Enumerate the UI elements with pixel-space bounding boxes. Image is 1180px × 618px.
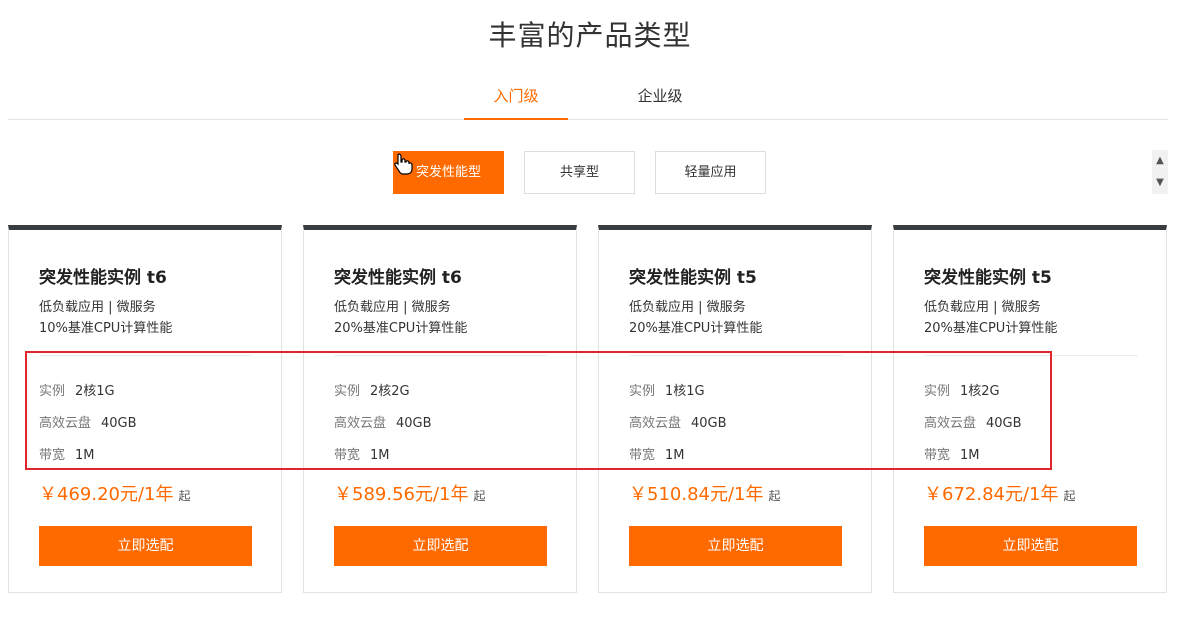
page-title: 丰富的产品类型 bbox=[488, 19, 692, 52]
spec-disk: 高效云盘 40GB bbox=[924, 412, 1022, 431]
spec-key: 高效云盘 bbox=[629, 416, 682, 431]
spec-key: 实例 bbox=[39, 384, 66, 399]
card-use-case: 低负载应用 | 微服务 bbox=[39, 300, 156, 315]
card-cpu-baseline: 20%基准CPU计算性能 bbox=[334, 321, 468, 336]
instance-type-filters: 突发性能型 共享型 轻量应用 bbox=[0, 151, 1180, 194]
level-tabs: 入门级 企业级 bbox=[8, 78, 1168, 120]
spec-disk: 高效云盘 40GB bbox=[629, 412, 727, 431]
spec-value: 1核1G bbox=[665, 384, 705, 399]
spec-bandwidth: 带宽 1M bbox=[39, 444, 95, 463]
spec-key: 实例 bbox=[629, 384, 656, 399]
filter-shared-button[interactable]: 共享型 bbox=[524, 151, 635, 194]
spec-value: 1M bbox=[665, 448, 685, 463]
spec-bandwidth: 带宽 1M bbox=[629, 444, 685, 463]
product-card: 突发性能实例 t6 低负载应用 | 微服务 20%基准CPU计算性能 实例 2核2… bbox=[303, 225, 577, 593]
card-use-case: 低负载应用 | 微服务 bbox=[629, 300, 746, 315]
card-use-case: 低负载应用 | 微服务 bbox=[924, 300, 1041, 315]
tab-enterprise-level[interactable]: 企业级 bbox=[608, 78, 712, 120]
spec-value: 2核2G bbox=[370, 384, 410, 399]
spec-value: 2核1G bbox=[75, 384, 115, 399]
spec-instance: 实例 1核1G bbox=[629, 380, 705, 399]
spec-key: 实例 bbox=[924, 384, 951, 399]
spec-instance: 实例 2核1G bbox=[39, 380, 115, 399]
divider bbox=[924, 355, 1138, 356]
price-amount: ￥469.20元/1年 bbox=[39, 484, 174, 505]
spec-bandwidth: 带宽 1M bbox=[924, 444, 980, 463]
price-amount: ￥589.56元/1年 bbox=[334, 484, 469, 505]
scroll-up-icon[interactable]: ▲ bbox=[1152, 150, 1168, 172]
configure-button[interactable]: 立即选配 bbox=[39, 526, 252, 566]
spec-key: 带宽 bbox=[334, 448, 361, 463]
spec-value: 1核2G bbox=[960, 384, 1000, 399]
spec-value: 40GB bbox=[396, 416, 432, 431]
card-title: 突发性能实例 t6 bbox=[39, 268, 167, 288]
card-cpu-baseline: 20%基准CPU计算性能 bbox=[629, 321, 763, 336]
price-amount: ￥672.84元/1年 bbox=[924, 484, 1059, 505]
spec-value: 1M bbox=[370, 448, 390, 463]
price-amount: ￥510.84元/1年 bbox=[629, 484, 764, 505]
spec-key: 高效云盘 bbox=[334, 416, 387, 431]
spec-value: 1M bbox=[75, 448, 95, 463]
filter-lightweight-button[interactable]: 轻量应用 bbox=[655, 151, 766, 194]
price: ￥672.84元/1年起 bbox=[924, 480, 1076, 506]
divider bbox=[629, 355, 843, 356]
card-title: 突发性能实例 t5 bbox=[924, 268, 1052, 288]
divider bbox=[334, 355, 548, 356]
spec-value: 40GB bbox=[986, 416, 1022, 431]
price-suffix: 起 bbox=[178, 489, 191, 503]
price: ￥469.20元/1年起 bbox=[39, 480, 191, 506]
spec-key: 带宽 bbox=[39, 448, 66, 463]
scroll-down-icon[interactable]: ▼ bbox=[1152, 172, 1168, 194]
spec-value: 40GB bbox=[101, 416, 137, 431]
card-title: 突发性能实例 t6 bbox=[334, 268, 462, 288]
price-suffix: 起 bbox=[1063, 489, 1076, 503]
configure-button[interactable]: 立即选配 bbox=[629, 526, 842, 566]
spec-instance: 实例 2核2G bbox=[334, 380, 410, 399]
card-title: 突发性能实例 t5 bbox=[629, 268, 757, 288]
spec-value: 40GB bbox=[691, 416, 727, 431]
configure-button[interactable]: 立即选配 bbox=[334, 526, 547, 566]
tab-entry-level[interactable]: 入门级 bbox=[464, 78, 568, 120]
spec-key: 带宽 bbox=[629, 448, 656, 463]
product-card: 突发性能实例 t6 低负载应用 | 微服务 10%基准CPU计算性能 实例 2核1… bbox=[8, 225, 282, 593]
spec-disk: 高效云盘 40GB bbox=[39, 412, 137, 431]
price: ￥589.56元/1年起 bbox=[334, 480, 486, 506]
spec-key: 高效云盘 bbox=[39, 416, 92, 431]
spec-key: 实例 bbox=[334, 384, 361, 399]
spec-bandwidth: 带宽 1M bbox=[334, 444, 390, 463]
hand-pointer-icon bbox=[394, 153, 413, 175]
spec-key: 带宽 bbox=[924, 448, 951, 463]
spec-instance: 实例 1核2G bbox=[924, 380, 1000, 399]
product-card: 突发性能实例 t5 低负载应用 | 微服务 20%基准CPU计算性能 实例 1核2… bbox=[893, 225, 1167, 593]
card-use-case: 低负载应用 | 微服务 bbox=[334, 300, 451, 315]
divider bbox=[39, 355, 253, 356]
price-suffix: 起 bbox=[768, 489, 781, 503]
scrollbar[interactable]: ▲ ▼ bbox=[1152, 150, 1168, 194]
card-cpu-baseline: 20%基准CPU计算性能 bbox=[924, 321, 1058, 336]
spec-key: 高效云盘 bbox=[924, 416, 977, 431]
spec-value: 1M bbox=[960, 448, 980, 463]
card-cpu-baseline: 10%基准CPU计算性能 bbox=[39, 321, 173, 336]
price-suffix: 起 bbox=[473, 489, 486, 503]
configure-button[interactable]: 立即选配 bbox=[924, 526, 1137, 566]
spec-disk: 高效云盘 40GB bbox=[334, 412, 432, 431]
product-card: 突发性能实例 t5 低负载应用 | 微服务 20%基准CPU计算性能 实例 1核1… bbox=[598, 225, 872, 593]
price: ￥510.84元/1年起 bbox=[629, 480, 781, 506]
